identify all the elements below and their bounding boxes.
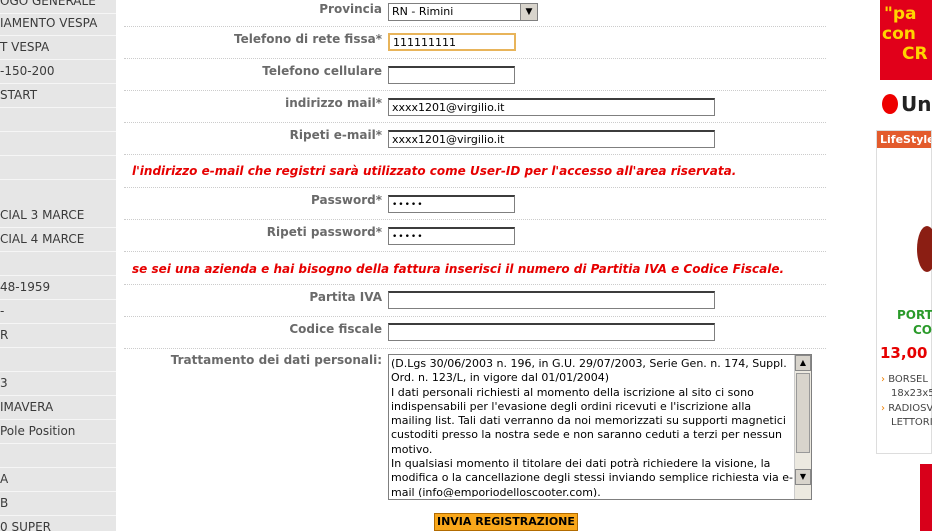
provincia-selected-value: RN - Rimini <box>392 5 454 18</box>
codice-fiscale-label: Codice fiscale <box>289 322 382 336</box>
sidebar-item[interactable]: 0 SUPER <box>0 516 116 531</box>
piva-label: Partita IVA <box>309 290 382 304</box>
sidebar-item[interactable]: 48-1959 <box>0 276 116 300</box>
promo-banner[interactable]: "pa con CR <box>880 0 932 80</box>
sidebar-item[interactable]: 3 <box>0 372 116 396</box>
submit-registration-button[interactable]: INVIA REGISTRAZIONE <box>434 513 578 531</box>
brand-logo[interactable]: Uni <box>882 92 932 118</box>
bottom-ad[interactable] <box>920 464 932 531</box>
right-ad-column: "pa con CR Uni LifeStyle. PORTA CO 13,00… <box>876 0 932 531</box>
brand-logo-text: Uni <box>901 92 932 116</box>
scroll-thumb[interactable] <box>796 373 810 453</box>
promo-banner-line: CR <box>902 44 928 64</box>
divider <box>124 219 826 220</box>
sidebar-item[interactable]: - <box>0 300 116 324</box>
password-input[interactable]: ••••• <box>388 195 515 213</box>
product-list-item[interactable]: › BORSEL <box>881 374 928 385</box>
tel-fissa-input[interactable]: 111111111 <box>388 33 516 51</box>
sidebar-item[interactable]: START <box>0 84 116 108</box>
sidebar-item[interactable]: IMAVERA <box>0 396 116 420</box>
email-input[interactable]: xxxx1201@virgilio.it <box>388 98 715 116</box>
product-name-cont: CO <box>913 323 932 337</box>
password-repeat-input[interactable]: ••••• <box>388 227 515 245</box>
chevron-down-icon[interactable]: ▼ <box>520 4 537 20</box>
tel-fissa-label: Telefono di rete fissa* <box>234 32 382 46</box>
product-price: 13,00 € <box>880 344 932 362</box>
sidebar-item[interactable]: CIAL 4 MARCE <box>0 228 116 252</box>
codice-fiscale-input[interactable] <box>388 323 715 341</box>
sidebar-item[interactable] <box>0 132 116 156</box>
sidebar-item[interactable]: R <box>0 324 116 348</box>
lifestyle-ad[interactable]: LifeStyle. PORTA CO 13,00 € › BORSEL 18x… <box>876 130 932 454</box>
privacy-scrollbar[interactable]: ▲ ▼ <box>794 355 811 499</box>
promo-banner-line: "pa <box>884 4 917 24</box>
sidebar-item[interactable] <box>0 348 116 372</box>
sidebar-item[interactable] <box>0 252 116 276</box>
sidebar-item[interactable]: CIAL 3 MARCE <box>0 204 116 228</box>
divider <box>124 90 826 91</box>
password-label: Password* <box>311 193 382 207</box>
sidebar-item[interactable]: -150-200 <box>0 60 116 84</box>
sidebar-item[interactable] <box>0 444 116 468</box>
scroll-down-icon[interactable]: ▼ <box>795 469 811 485</box>
registration-form: Provincia RN - Rimini ▼ Telefono di rete… <box>116 0 826 531</box>
lifestyle-label: LifeStyle. <box>877 131 931 148</box>
product-name[interactable]: PORTA <box>897 308 932 322</box>
divider <box>124 348 826 349</box>
sidebar-item[interactable] <box>0 156 116 180</box>
promo-banner-line: con <box>882 24 916 44</box>
sidebar-item[interactable]: IAMENTO VESPA <box>0 12 116 36</box>
divider <box>124 187 826 188</box>
tel-cell-input[interactable] <box>388 66 515 84</box>
provincia-select[interactable]: RN - Rimini ▼ <box>388 3 538 21</box>
sidebar-item[interactable]: T VESPA <box>0 36 116 60</box>
product-list-item[interactable]: › RADIOSV <box>881 403 932 414</box>
privacy-textarea[interactable]: (D.Lgs 30/06/2003 n. 196, in G.U. 29/07/… <box>388 354 812 500</box>
product-image[interactable] <box>917 226 932 272</box>
email-repeat-label: Ripeti e-mail* <box>289 128 382 142</box>
sidebar-item[interactable]: A <box>0 468 116 492</box>
divider <box>124 316 826 317</box>
arrow-right-icon: › <box>881 403 885 414</box>
privacy-text: (D.Lgs 30/06/2003 n. 196, in G.U. 29/07/… <box>391 357 793 497</box>
email-label: indirizzo mail* <box>285 96 382 110</box>
divider <box>124 26 826 27</box>
iva-note: se sei una azienda e hai bisogno della f… <box>132 262 785 276</box>
divider <box>124 284 826 285</box>
divider <box>124 154 826 155</box>
email-userid-note: l'indirizzo e-mail che registri sarà uti… <box>132 164 737 178</box>
sidebar-item[interactable]: Pole Position <box>0 420 116 444</box>
product-list-item-detail: 18x23x5 <box>891 388 932 399</box>
sidebar-nav: OGO GENERALE IAMENTO VESPA T VESPA -150-… <box>0 0 116 531</box>
piva-input[interactable] <box>388 291 715 309</box>
divider <box>124 251 826 252</box>
scroll-up-icon[interactable]: ▲ <box>795 355 811 371</box>
divider <box>124 122 826 123</box>
brand-logo-icon <box>882 94 898 114</box>
tel-cell-label: Telefono cellulare <box>262 64 382 78</box>
product-list-item-detail: LETTORI <box>891 417 932 428</box>
password-repeat-label: Ripeti password* <box>266 225 382 239</box>
provincia-label: Provincia <box>319 2 382 16</box>
divider <box>124 58 826 59</box>
privacy-label: Trattamento dei dati personali: <box>170 353 382 367</box>
sidebar-item[interactable]: B <box>0 492 116 516</box>
email-repeat-input[interactable]: xxxx1201@virgilio.it <box>388 130 715 148</box>
sidebar-item[interactable] <box>0 108 116 132</box>
arrow-right-icon: › <box>881 374 885 385</box>
